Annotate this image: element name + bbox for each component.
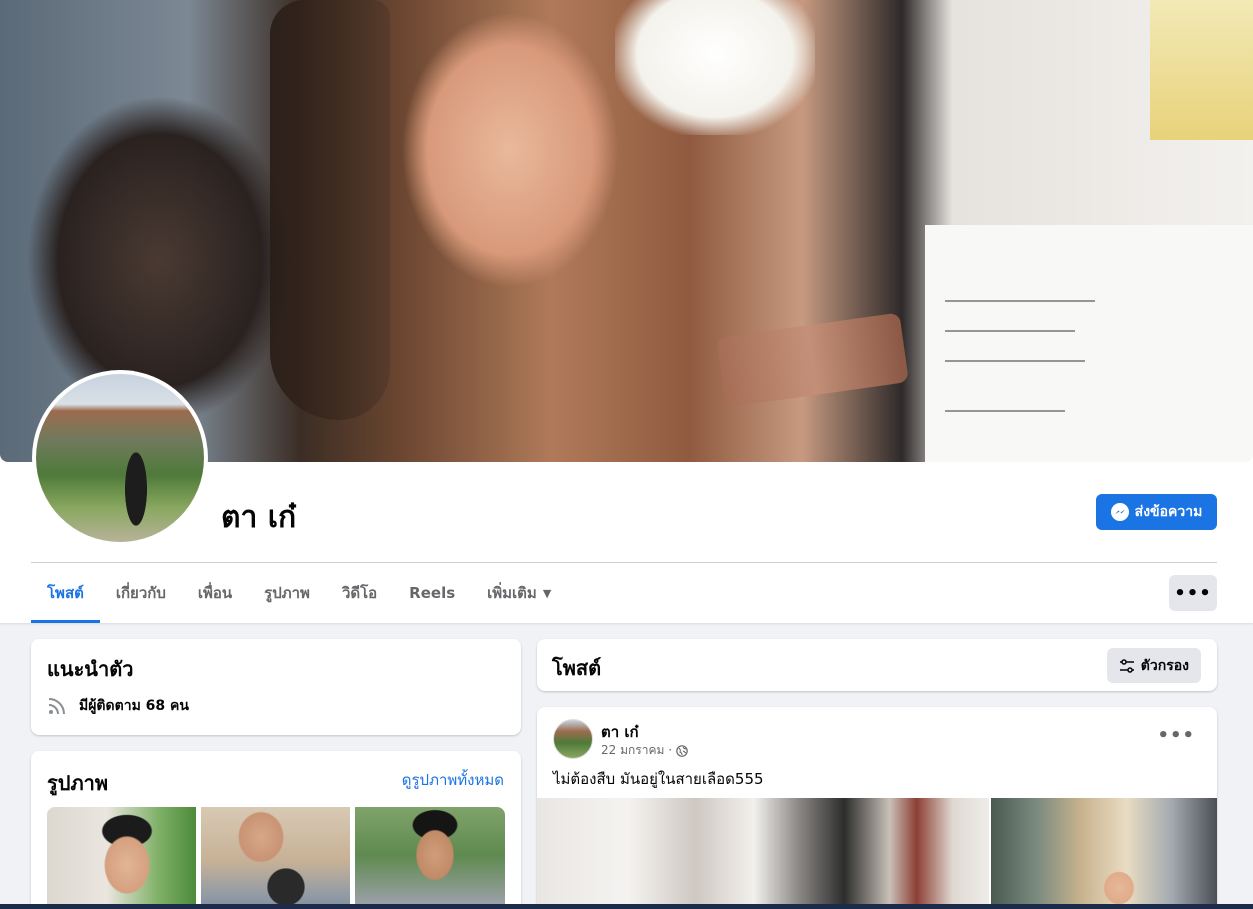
cover-photo-detail [945, 410, 1065, 412]
post-card: ตา เก๋ 22 มกราคม · ••• ไม่ต้องสืบ มันอยู… [537, 707, 1217, 909]
post-meta: 22 มกราคม · [601, 741, 688, 760]
send-message-label: ส่งข้อความ [1134, 504, 1203, 520]
cover-photo-detail [945, 360, 1085, 362]
filter-button[interactable]: ตัวกรอง [1106, 648, 1201, 683]
photos-card: รูปภาพ ดูรูปภาพทั้งหมด [31, 751, 521, 909]
tab-more[interactable]: เพิ่มเติม ▼ [471, 563, 567, 623]
bottom-edge-bar [0, 904, 1253, 909]
tab-photos[interactable]: รูปภาพ [248, 563, 326, 623]
cover-photo-detail [1150, 0, 1253, 140]
tab-label: Reels [409, 584, 456, 602]
see-all-photos-link[interactable]: ดูรูปภาพทั้งหมด [402, 768, 504, 792]
followers-row: มีผู้ติดตาม 68 คน [47, 695, 189, 717]
post-text: ไม่ต้องสืบ มันอยู่ในสายเลือด555 [553, 770, 764, 788]
tab-reels[interactable]: Reels [393, 563, 471, 623]
filter-label: ตัวกรอง [1140, 657, 1189, 674]
intro-title: แนะนำตัว [47, 657, 134, 681]
cover-photo-detail [270, 0, 390, 420]
cover-photo-detail [945, 330, 1075, 332]
send-message-button[interactable]: ส่งข้อความ [1096, 494, 1217, 530]
photos-title: รูปภาพ [47, 771, 109, 795]
post-options-button[interactable]: ••• [1157, 725, 1195, 746]
globe-icon [676, 744, 688, 757]
post-image[interactable] [991, 798, 1217, 909]
filter-icon [1119, 658, 1134, 673]
profile-header: ตา เก๋ ส่งข้อความ โพสต์ เกี่ยวกับ เพื่อน… [0, 0, 1253, 623]
post-date[interactable]: 22 มกราคม · [601, 741, 672, 760]
messenger-icon [1110, 503, 1129, 521]
tab-label: วิดีโอ [341, 584, 378, 602]
tab-about[interactable]: เกี่ยวกับ [100, 563, 182, 623]
posts-header-card: โพสต์ ตัวกรอง [537, 639, 1217, 691]
cover-photo[interactable] [0, 0, 1253, 462]
photo-thumbnail[interactable] [47, 807, 196, 909]
cover-photo-detail [716, 312, 909, 408]
profile-tabs: โพสต์ เกี่ยวกับ เพื่อน รูปภาพ วิดีโอ Ree… [31, 563, 567, 623]
tab-label: เพื่อน [197, 584, 233, 602]
photo-thumbnail[interactable] [355, 807, 505, 909]
avatar-image [36, 374, 204, 542]
tab-label: รูปภาพ [264, 584, 310, 602]
photo-thumbnail[interactable] [201, 807, 350, 909]
posts-title: โพสต์ [552, 656, 602, 680]
more-options-button[interactable]: ••• [1169, 575, 1217, 611]
cover-photo-detail [945, 300, 1095, 302]
cover-photo-detail [615, 0, 815, 135]
intro-card: แนะนำตัว มีผู้ติดตาม 68 คน [31, 639, 521, 735]
rss-icon [48, 698, 65, 715]
tab-friends[interactable]: เพื่อน [182, 563, 248, 623]
profile-avatar[interactable] [32, 370, 208, 546]
tab-label: เพิ่มเติม [487, 584, 537, 602]
cover-photo-detail [925, 225, 1253, 462]
tab-videos[interactable]: วิดีโอ [326, 563, 393, 623]
tab-posts[interactable]: โพสต์ [31, 563, 100, 623]
profile-name: ตา เก๋ [221, 500, 297, 535]
tab-label: โพสต์ [47, 584, 84, 602]
tab-label: เกี่ยวกับ [115, 584, 166, 602]
post-author-avatar[interactable] [553, 719, 593, 759]
caret-down-icon: ▼ [542, 586, 552, 600]
followers-count: มีผู้ติดตาม 68 คน [79, 698, 189, 714]
post-image[interactable] [537, 798, 989, 909]
